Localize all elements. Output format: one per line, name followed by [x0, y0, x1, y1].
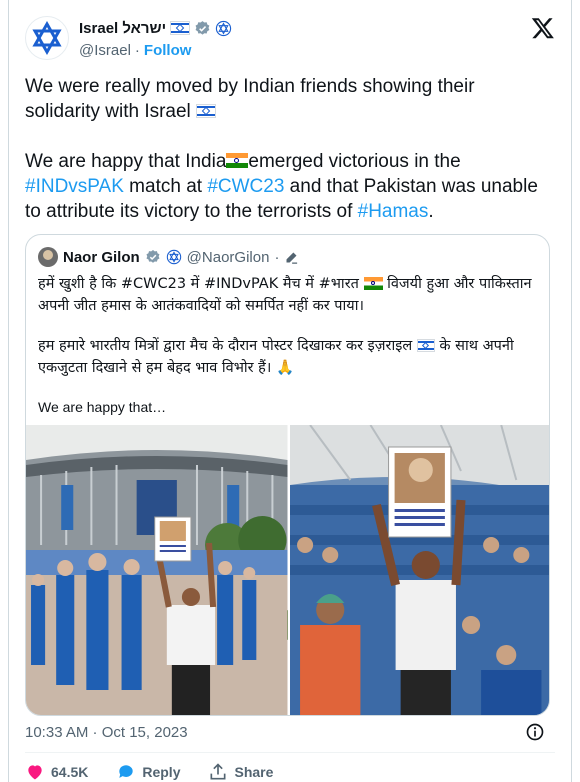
stadium-exterior-photo[interactable]	[26, 425, 288, 715]
verified-badge-icon[interactable]	[194, 20, 211, 37]
paragraph-2-text-a: We are happy that India	[25, 151, 227, 172]
hashtag-hamas[interactable]: #Hamas	[358, 201, 429, 222]
like-count: 64.5K	[51, 764, 89, 780]
separator-dot: ·	[134, 42, 140, 59]
paragraph-2-text-c: match at	[123, 176, 208, 197]
share-label: Share	[234, 764, 274, 780]
tweet-header: Israel ישראל @Israel · Follow	[25, 16, 555, 64]
folded-hands-icon: 🙏	[276, 360, 295, 376]
edit-pencil-icon[interactable]	[284, 250, 299, 265]
gov-affiliation-icon[interactable]	[215, 20, 232, 37]
israel-flag-icon	[170, 21, 191, 35]
share-button[interactable]: Share	[208, 762, 273, 782]
quote-avatar[interactable]	[38, 247, 58, 267]
reply-label: Reply	[142, 764, 181, 780]
hashtag-indvspak[interactable]: #INDvsPAK	[25, 176, 124, 197]
quote-text: हमें खुशी है कि #CWC23 में #INDvPAK मैच …	[38, 273, 538, 397]
hashtag-cwc23[interactable]: #CWC23	[207, 176, 284, 197]
quote-photos	[26, 425, 549, 715]
quote-truncated-text: We are happy that…	[38, 399, 167, 415]
separator-dot: ·	[274, 248, 280, 266]
footer-divider	[25, 752, 555, 753]
paragraph-1-text: We were really moved by Indian friends s…	[25, 76, 475, 122]
paragraph-2-text-b: emerged victorious in the	[248, 151, 461, 172]
israel-flag-icon	[416, 339, 435, 352]
quote-paragraph-1: हमें खुशी है कि #CWC23 में #INDvPAK मैच …	[38, 273, 538, 317]
quote-header: Naor Gilon @NaorGilon ·	[38, 247, 299, 267]
info-icon[interactable]	[525, 722, 545, 742]
india-flag-icon	[226, 153, 249, 168]
tweet-actions: 64.5K Reply Share	[25, 762, 301, 782]
quote-p1-text-a: हमें खुशी है कि #CWC23 में #INDvPAK मैच …	[38, 276, 359, 292]
israel-flag-icon	[196, 104, 217, 118]
star-of-david-icon	[32, 21, 62, 55]
heart-icon	[28, 765, 42, 780]
quote-p2-text-a: हम हमारे भारतीय मित्रों द्वारा मैच के दौ…	[38, 338, 413, 354]
tweet-paragraph-1: We were really moved by Indian friends s…	[25, 74, 545, 124]
tweet-text: We were really moved by Indian friends s…	[25, 74, 545, 224]
quote-author-handle[interactable]: @NaorGilon	[187, 249, 270, 266]
quote-author-name[interactable]: Naor Gilon	[63, 249, 140, 266]
quote-paragraph-2: हम हमारे भारतीय मित्रों द्वारा मैच के दौ…	[38, 335, 538, 379]
quoted-tweet[interactable]: Naor Gilon @NaorGilon · हमें खुशी है कि …	[25, 234, 550, 716]
x-logo-icon[interactable]	[531, 16, 555, 40]
israel-avatar[interactable]	[25, 16, 69, 60]
reply-icon	[119, 765, 134, 778]
author-display-name[interactable]: Israel ישראל	[79, 20, 166, 37]
author-names: Israel ישראל @Israel · Follow	[79, 18, 232, 59]
follow-button[interactable]: Follow	[144, 42, 192, 59]
paragraph-2-text-e: .	[428, 201, 434, 222]
tweet-paragraph-2: We are happy that India emerged victoriou…	[25, 149, 545, 224]
gov-affiliation-icon[interactable]	[166, 249, 182, 265]
share-icon	[210, 763, 226, 780]
like-button[interactable]: 64.5K	[25, 762, 88, 782]
india-flag-icon	[363, 277, 383, 290]
verified-badge-icon[interactable]	[145, 249, 161, 265]
tweet-card: Israel ישראל @Israel · Follow We were re…	[8, 0, 572, 782]
author-handle[interactable]: @Israel	[79, 42, 131, 59]
stadium-crowd-photo[interactable]	[289, 425, 549, 715]
tweet-timestamp[interactable]: 10:33 AM · Oct 15, 2023	[25, 724, 188, 741]
reply-button[interactable]: Reply	[116, 762, 180, 782]
